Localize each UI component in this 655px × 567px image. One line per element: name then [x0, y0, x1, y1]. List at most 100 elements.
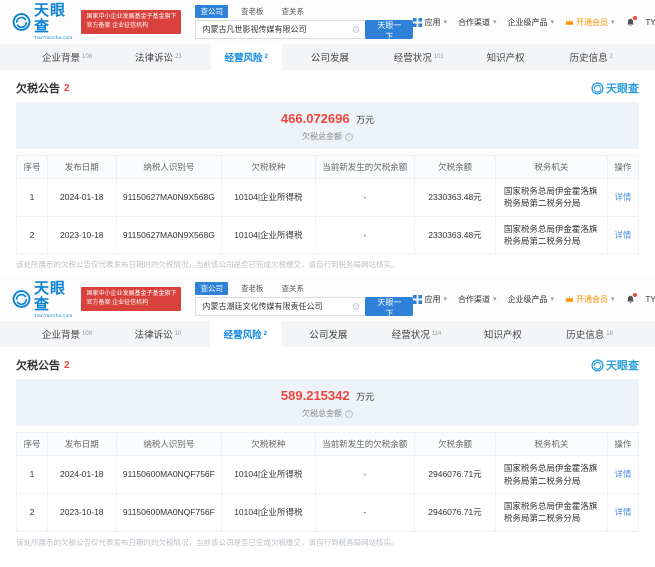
- search-tabs: 查公司 查老板 查关系: [195, 5, 413, 18]
- menu-vip[interactable]: 开通会员: [565, 17, 615, 28]
- menu-enterprise[interactable]: 企业级产品: [508, 17, 555, 28]
- summary-amount-row: 589.215342 万元: [16, 387, 639, 405]
- cell-seq: 1: [15, 178, 49, 217]
- logo-text: 天眼查 TianYanCha.com: [34, 281, 75, 319]
- col-tax-type: 欠税税种: [221, 155, 316, 179]
- tab-count: 108: [82, 331, 93, 338]
- tab-development[interactable]: 公司发展: [297, 44, 365, 70]
- info-icon[interactable]: [345, 409, 353, 418]
- table-row: 2 2023-10-18 91150627MA0N9X568G 10104|企业…: [15, 215, 640, 255]
- tax-arrears-table: 序号 发布日期 纳税人识别号 欠税税种 当前新发生的欠税余额 欠税余额 税务机关…: [15, 155, 640, 255]
- tab-background[interactable]: 企业背景 108: [28, 44, 106, 70]
- notification-dot: [632, 15, 637, 20]
- tianyancha-logo[interactable]: 天眼查 TianYanCha.com: [12, 3, 75, 41]
- cell-taxpayer-id: 91150600MA0NQF756F: [115, 455, 223, 494]
- tianyancha-watermark-icon: [591, 81, 604, 95]
- tianyancha-watermark: 天眼查: [591, 80, 639, 96]
- tab-operation-risk[interactable]: 经营风险 2: [209, 321, 281, 348]
- user-account[interactable]: TYC0...: [646, 18, 655, 27]
- tax-total-amount: 466.072696: [280, 111, 350, 126]
- cell-date: 2024-01-18: [47, 455, 117, 494]
- detail-link[interactable]: 详情: [614, 230, 631, 240]
- disclaimer-note: 该处所展示的欠税公告仅代表发布日期时的欠税情况，当前该公司是否已完成欠税缴交，请…: [16, 260, 399, 270]
- detail-link[interactable]: 详情: [614, 469, 631, 479]
- menu-vip[interactable]: 开通会员: [565, 294, 615, 305]
- tax-total-amount: 589.215342: [280, 388, 350, 404]
- cell-taxpayer-id: 91150627MA0N9X568G: [115, 178, 223, 217]
- tab-development[interactable]: 公司发展: [295, 321, 363, 347]
- search-tab-company[interactable]: 查公司: [195, 5, 228, 18]
- search-button[interactable]: 天眼一下: [365, 297, 414, 318]
- logo-text: 天眼查 TianYanCha.com: [34, 3, 75, 41]
- section-head: 欠税公告 2 天眼查: [16, 80, 639, 96]
- tab-legal[interactable]: 法律诉讼 10: [120, 321, 195, 347]
- tab-history[interactable]: 历史信息 18: [552, 321, 627, 347]
- tab-count: 114: [431, 331, 442, 338]
- tax-arrears-table: 序号 发布日期 纳税人识别号 欠税税种 当前新发生的欠税余额 欠税余额 税务机关…: [15, 432, 640, 532]
- crown-icon: [565, 296, 574, 302]
- watermark-label: 天眼查: [606, 83, 639, 95]
- cell-authority: 国家税务总局伊金霍洛旗税务局第二税务分局: [494, 492, 608, 532]
- cell-authority: 国家税务总局伊金霍洛旗税务局第二税务分局: [494, 215, 608, 255]
- menu-vip-label: 开通会员: [576, 17, 609, 27]
- section-count-badge: 2: [64, 359, 70, 371]
- grid-icon: [413, 17, 423, 27]
- grid-icon: [413, 294, 423, 304]
- badge-line-2: 官方备案 企业征信机构: [86, 300, 149, 307]
- menu-apps[interactable]: 应用: [413, 294, 447, 305]
- tab-history[interactable]: 历史信息 2: [556, 44, 627, 70]
- menu-partner[interactable]: 合作渠道: [458, 294, 497, 305]
- menu-partner-label: 合作渠道: [458, 294, 490, 304]
- tab-intellectual-property[interactable]: 知识产权: [473, 44, 541, 70]
- col-date: 发布日期: [47, 432, 117, 457]
- company-search-input[interactable]: [195, 297, 366, 317]
- table-row: 1 2024-01-18 91150627MA0N9X568G 10104|企业…: [15, 178, 640, 217]
- tianyancha-logo-icon: [12, 13, 31, 31]
- search-tab-relation[interactable]: 查关系: [276, 282, 309, 295]
- col-taxpayer-id: 纳税人识别号: [115, 432, 223, 457]
- detail-link[interactable]: 详情: [614, 507, 631, 517]
- cell-seq: 2: [15, 492, 49, 532]
- col-action: 操作: [606, 155, 640, 179]
- tab-intellectual-property[interactable]: 知识产权: [470, 321, 538, 347]
- user-account-label: TYC0...: [645, 294, 655, 304]
- cell-balance: 2946076.71元: [414, 492, 496, 532]
- table-header-row: 序号 发布日期 纳税人识别号 欠税税种 当前新发生的欠税余额 欠税余额 税务机关…: [15, 432, 640, 457]
- summary-label-row: 欠税总金额: [16, 408, 639, 419]
- tab-background[interactable]: 企业背景 108: [28, 321, 106, 347]
- user-account-label: TYC0...: [645, 17, 655, 27]
- tax-total-label: 欠税总金额: [302, 409, 342, 419]
- search-tab-company[interactable]: 查公司: [195, 282, 228, 296]
- notification-bell[interactable]: [626, 15, 637, 27]
- cell-date: 2023-10-18: [47, 492, 117, 532]
- tab-operation-status[interactable]: 经营状况 114: [378, 321, 456, 347]
- notification-bell[interactable]: [626, 292, 637, 304]
- menu-apps[interactable]: 应用: [413, 17, 447, 28]
- menu-enterprise[interactable]: 企业级产品: [508, 294, 555, 305]
- search-tab-relation[interactable]: 查关系: [276, 5, 309, 18]
- logo-subtitle: TianYanCha.com: [34, 312, 73, 318]
- search-button[interactable]: 天眼一下: [365, 20, 414, 41]
- detail-link[interactable]: 详情: [614, 192, 631, 202]
- official-badge: 国家中小企业发展基金子基金旗下 官方备案 企业征信机构: [81, 287, 182, 312]
- tab-legal[interactable]: 法律诉讼 23: [121, 44, 196, 70]
- section-count-badge: 2: [64, 82, 70, 94]
- tianyancha-watermark-icon: [591, 359, 604, 372]
- search-area: 查公司 查老板 查关系 天眼一下: [195, 282, 414, 318]
- disclaimer-note: 该处所展示的欠税公告仅代表发布日期时的欠税情况，当前该公司是否已完成欠税缴交，请…: [16, 537, 399, 547]
- tab-operation-status[interactable]: 经营状况 101: [380, 44, 458, 70]
- tax-total-summary: 589.215342 万元 欠税总金额: [16, 379, 639, 427]
- user-account[interactable]: TYC0...: [646, 295, 655, 304]
- search-tab-boss[interactable]: 查老板: [236, 282, 269, 295]
- cell-authority: 国家税务总局伊金霍洛旗税务局第二税务分局: [494, 178, 608, 217]
- info-icon[interactable]: [345, 132, 353, 141]
- tab-operation-risk[interactable]: 经营风险 2: [210, 44, 282, 70]
- search-tab-boss[interactable]: 查老板: [236, 5, 269, 18]
- tax-total-unit: 万元: [356, 392, 375, 403]
- company-search-input[interactable]: [195, 20, 366, 39]
- tianyancha-logo[interactable]: 天眼查 TianYanCha.com: [12, 281, 75, 319]
- crown-icon: [565, 19, 574, 25]
- menu-partner[interactable]: 合作渠道: [458, 17, 497, 28]
- col-seq: 序号: [15, 432, 49, 457]
- col-action: 操作: [606, 432, 640, 457]
